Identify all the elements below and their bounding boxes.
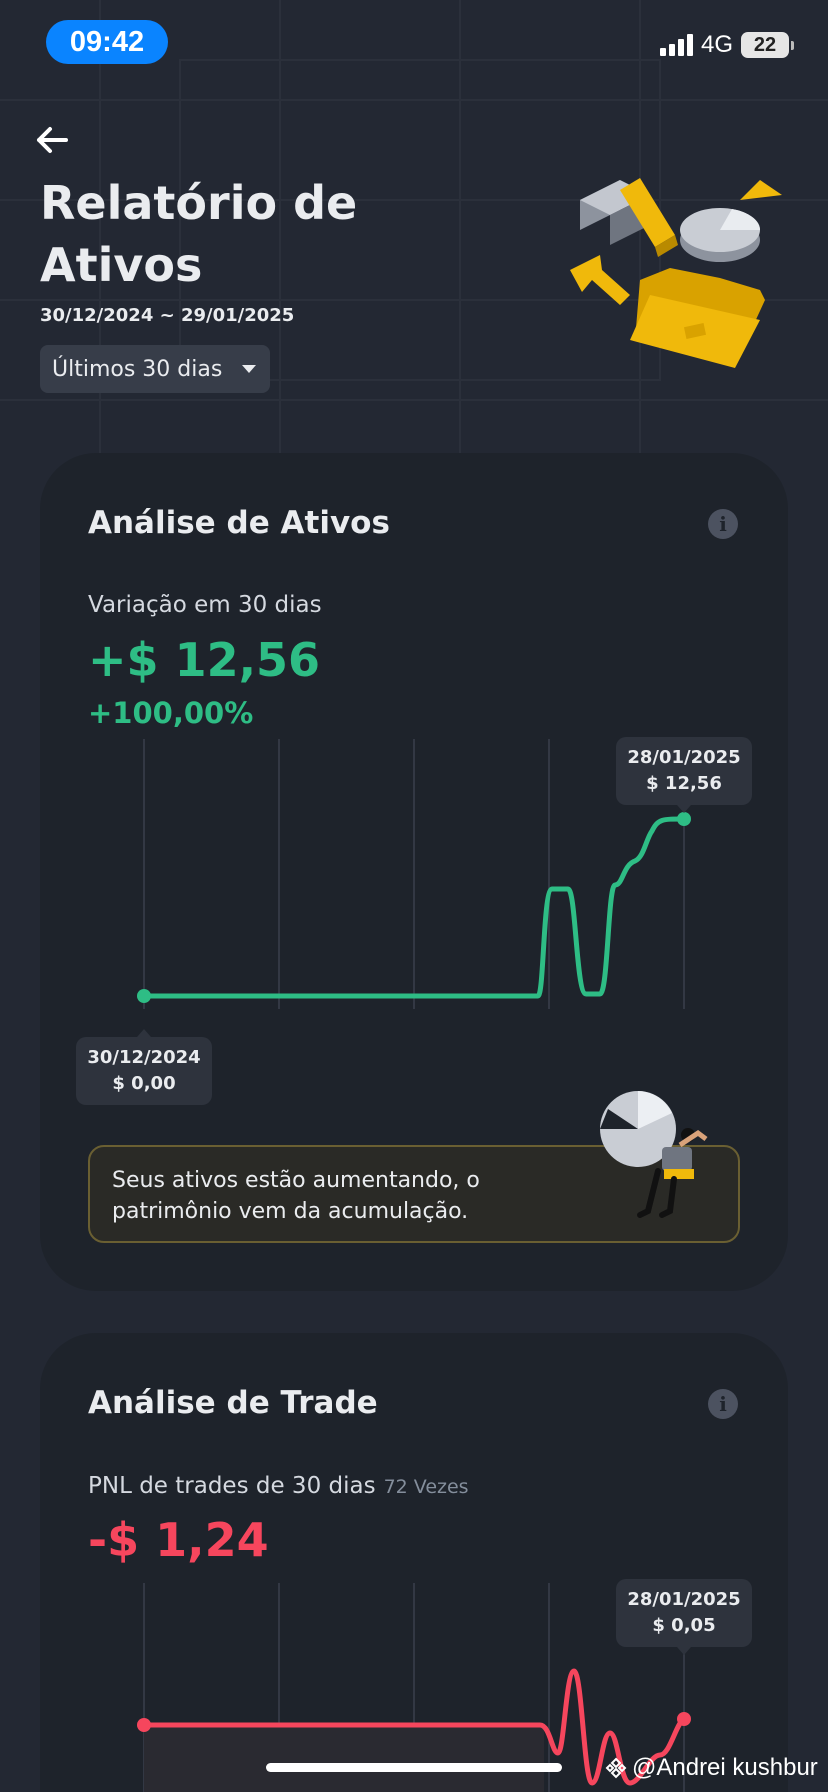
- battery-level: 22: [741, 32, 789, 58]
- insight-text: Seus ativos estão aumentando, o patrimôn…: [112, 1168, 480, 1224]
- pnl-value: -$ 1,24: [88, 1513, 269, 1567]
- binance-logo-icon: [605, 1757, 627, 1779]
- period-dropdown-label: Últimos 30 dias: [52, 356, 223, 382]
- tooltip-date: 30/12/2024: [87, 1047, 201, 1068]
- tooltip-date: 28/01/2025: [627, 1589, 741, 1610]
- asset-analysis-card: Análise de Ativos i Variação em 30 dias …: [40, 453, 788, 1291]
- pnl-label-text: PNL de trades de 30 dias: [88, 1473, 376, 1499]
- home-indicator[interactable]: [266, 1763, 562, 1772]
- status-time: 09:42: [46, 20, 168, 64]
- watermark: @Andrei kushbur: [604, 1754, 818, 1782]
- tooltip-value: $ 12,56: [646, 773, 722, 794]
- chart-start-point: [137, 989, 151, 1003]
- card-title-assets: Análise de Ativos: [88, 505, 390, 541]
- tooltip-value: $ 0,05: [652, 1615, 716, 1636]
- arrow-left-icon: [37, 127, 68, 153]
- change-percent: +100,00%: [88, 696, 254, 730]
- assets-illustration: [570, 178, 782, 368]
- trade-analysis-card: Análise de Trade i PNL de trades de 30 d…: [40, 1333, 788, 1792]
- tooltip-value: $ 0,00: [112, 1073, 176, 1094]
- card-title-trade: Análise de Trade: [88, 1385, 378, 1421]
- chart-start-point: [137, 1718, 151, 1732]
- info-icon[interactable]: i: [708, 509, 738, 539]
- period-dropdown[interactable]: Últimos 30 dias: [40, 345, 270, 393]
- network-label: 4G: [700, 31, 733, 58]
- change-value: +$ 12,56: [88, 633, 321, 687]
- caret-down-icon: [242, 365, 257, 373]
- change-label: Variação em 30 dias: [88, 592, 322, 618]
- watermark-text: @Andrei kushbur: [632, 1754, 818, 1781]
- start-value-tooltip: 30/12/2024 $ 0,00: [76, 1029, 212, 1105]
- chart-end-point: [677, 812, 691, 826]
- tooltip-date: 28/01/2025: [627, 747, 741, 768]
- info-icon[interactable]: i: [708, 1389, 738, 1419]
- pnl-label: PNL de trades de 30 dias 72 Vezes: [88, 1473, 469, 1499]
- back-button[interactable]: [30, 120, 74, 160]
- end-value-tooltip: 28/01/2025 $ 12,56: [616, 737, 752, 813]
- signal-icon: [659, 34, 693, 56]
- chart-end-point: [677, 1712, 691, 1726]
- status-indicators: 4G 22: [659, 30, 794, 60]
- person-pie-illustration: [600, 1091, 708, 1218]
- end-value-tooltip: 28/01/2025 $ 0,05: [616, 1579, 752, 1655]
- pnl-count: 72 Vezes: [383, 1476, 469, 1498]
- battery-icon: 22: [741, 32, 794, 58]
- date-range: 30/12/2024 ~ 29/01/2025: [40, 305, 295, 326]
- page-title: Relatório de Ativos: [40, 176, 358, 292]
